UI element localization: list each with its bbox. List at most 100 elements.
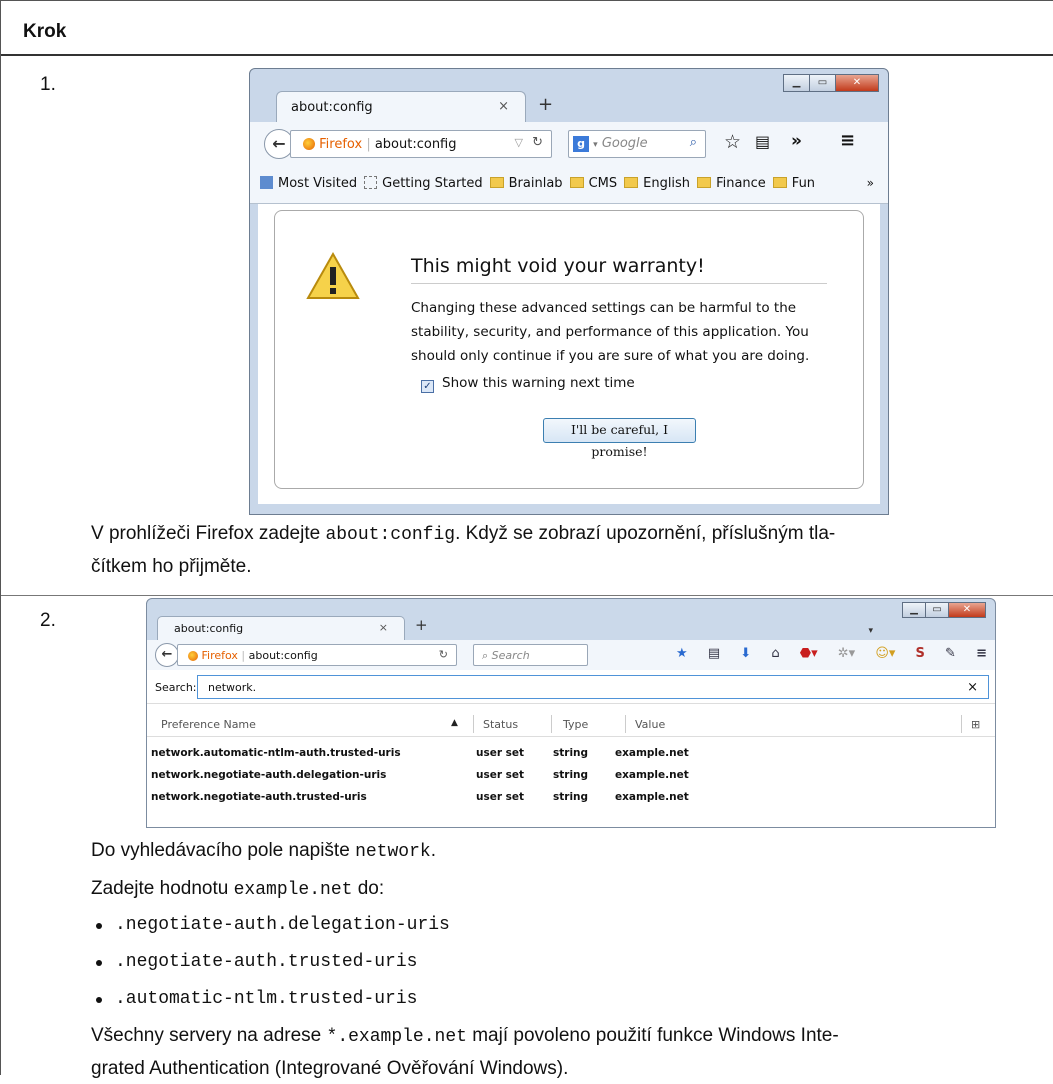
- tab-title: about:config: [174, 622, 244, 635]
- table-row[interactable]: network.automatic-ntlm-auth.trusted-uris…: [147, 742, 995, 764]
- folder-icon: [489, 177, 504, 188]
- downloads-icon[interactable]: ⬇: [740, 646, 751, 661]
- table-row[interactable]: network.negotiate-auth.trusted-uris user…: [147, 786, 995, 808]
- bookmark-folder[interactable]: Fun: [792, 176, 815, 191]
- tab-about-config[interactable]: about:config ×: [157, 616, 405, 640]
- step-number: 1.: [40, 74, 56, 95]
- dropdown-arrow-icon[interactable]: ▽: [515, 136, 523, 149]
- reload-icon[interactable]: ↻: [439, 648, 448, 661]
- inline-code: network: [355, 842, 431, 862]
- hamburger-menu-icon[interactable]: ≡: [976, 646, 987, 661]
- pref-type: string: [553, 769, 589, 781]
- bookmarks-toolbar: Most Visited Getting Started Brainlab CMS En…: [250, 166, 888, 204]
- url-bar[interactable]: Firefox | about:config ↻: [177, 644, 457, 666]
- bookmarks-menu-icon[interactable]: ▤: [755, 132, 770, 151]
- minimize-icon[interactable]: ▁: [902, 602, 926, 618]
- bookmark-folder[interactable]: Finance: [716, 176, 766, 191]
- maximize-icon[interactable]: ▭: [809, 74, 836, 92]
- url-bar[interactable]: Firefox | about:config ▽ ↻: [290, 130, 552, 158]
- adblock-icon[interactable]: ⬣▾: [800, 646, 818, 661]
- hamburger-menu-icon[interactable]: ≡: [840, 130, 855, 151]
- search-bar[interactable]: ⌕ Search: [473, 644, 588, 666]
- table-row[interactable]: network.negotiate-auth.delegation-uris u…: [147, 764, 995, 786]
- bookmark-folder[interactable]: Brainlab: [509, 176, 563, 191]
- firefox-window-screenshot: ▁ ▭ ✕ about:config × + ← Firefox | about…: [249, 68, 889, 515]
- close-window-icon[interactable]: ✕: [835, 74, 879, 92]
- list-item: .negotiate-auth.trusted-uris: [91, 944, 1041, 981]
- engine-dropdown-icon[interactable]: ▾: [593, 140, 598, 150]
- bookmark-folder[interactable]: CMS: [589, 176, 618, 191]
- eyedropper-icon[interactable]: ✎: [945, 646, 956, 661]
- sj-extension-icon[interactable]: S: [916, 646, 925, 661]
- tab-close-icon[interactable]: ×: [379, 621, 388, 634]
- pref-type: string: [553, 747, 589, 759]
- most-visited-icon: [260, 176, 273, 189]
- pref-value: example.net: [615, 769, 689, 781]
- instruction-text: grated Authentication (Integrované Ověřo…: [91, 1058, 569, 1079]
- maximize-icon[interactable]: ▭: [925, 602, 949, 618]
- getting-started-icon: [364, 176, 378, 189]
- close-window-icon[interactable]: ✕: [948, 602, 986, 618]
- instruction-text: mají povoleno použití funkce Windows Int…: [466, 1025, 839, 1046]
- bookmark-folder[interactable]: English: [643, 176, 690, 191]
- magnifier-icon[interactable]: ⌕: [690, 135, 697, 150]
- search-bar[interactable]: g ▾ Google ⌕: [568, 130, 706, 158]
- firefox-about-config-screenshot: ▁ ▭ ✕ ▾ about:config × + ← Firefox | abo…: [146, 598, 996, 828]
- tab-close-icon[interactable]: ×: [498, 99, 509, 114]
- bookmark-item[interactable]: Most Visited: [278, 176, 357, 191]
- checkbox-checked-icon[interactable]: ✓: [421, 380, 434, 393]
- folder-icon: [697, 177, 712, 188]
- column-value[interactable]: Value: [635, 718, 665, 731]
- inline-code: about:config: [325, 525, 456, 545]
- instruction-text: čítkem ho přijměte.: [91, 556, 252, 577]
- bookmark-star-icon[interactable]: ★: [676, 646, 688, 661]
- accept-risk-button[interactable]: I'll be careful, I promise!: [543, 418, 696, 459]
- filter-label: Search:: [155, 681, 197, 694]
- instruction-text: Všechny servery na adrese: [91, 1025, 327, 1046]
- reload-icon[interactable]: ↻: [532, 135, 543, 150]
- instruction-text: V prohlížeči Firefox zadejte: [91, 523, 326, 544]
- instruction-text: .: [430, 840, 436, 861]
- magnifier-icon: ⌕: [482, 649, 489, 662]
- bookmark-item[interactable]: Getting Started: [382, 176, 483, 191]
- bookmarks-overflow-icon[interactable]: »: [867, 176, 874, 190]
- pref-status: user set: [476, 769, 525, 781]
- page-content: This might void your warranty! Changing …: [258, 204, 880, 504]
- column-picker-icon[interactable]: ⊞: [971, 718, 980, 731]
- preference-list: .negotiate-auth.delegation-uris .negotia…: [91, 907, 1041, 1018]
- pref-name: network.negotiate-auth.delegation-uris: [151, 769, 387, 781]
- bookmark-star-icon[interactable]: ☆: [724, 131, 741, 153]
- nav-overflow-icon[interactable]: »: [791, 131, 802, 151]
- back-arrow-icon[interactable]: ←: [155, 643, 179, 667]
- warning-triangle-icon: [306, 251, 360, 299]
- clear-filter-icon[interactable]: ×: [967, 680, 978, 695]
- steps-table: Krok 1. ▁ ▭ ✕ about:config × + ← Firefox…: [0, 0, 1053, 1079]
- new-tab-icon[interactable]: +: [415, 616, 428, 634]
- sort-ascending-icon[interactable]: ▲: [451, 718, 458, 728]
- tab-title: about:config: [291, 100, 373, 115]
- toolbar-icons: ★ ▤ ⬇ ⌂ ⬣▾ ✲▾ ☺▾ S ✎ ≡: [660, 646, 987, 661]
- pref-type: string: [553, 791, 589, 803]
- column-preference-name[interactable]: Preference Name: [161, 718, 256, 731]
- tab-list-dropdown-icon[interactable]: ▾: [868, 626, 873, 636]
- home-icon[interactable]: ⌂: [771, 646, 779, 661]
- instruction-text: do:: [352, 878, 385, 899]
- tab-about-config[interactable]: about:config ×: [276, 91, 526, 122]
- column-status[interactable]: Status: [483, 718, 518, 731]
- step-number: 2.: [40, 610, 56, 631]
- instruction-text: . Když se zobrazí upozornění, příslušným…: [455, 523, 836, 544]
- identity-label: Firefox: [201, 649, 238, 662]
- new-tab-icon[interactable]: +: [538, 94, 553, 115]
- warning-body: Changing these advanced settings can be …: [411, 300, 810, 364]
- inline-code: *.example.net: [326, 1027, 467, 1047]
- greasemonkey-icon[interactable]: ☺▾: [875, 646, 895, 661]
- extension-icon[interactable]: ✲▾: [838, 646, 855, 661]
- step-1-row: 1. ▁ ▭ ✕ about:config × + ← Firefox | ab…: [1, 56, 1053, 596]
- bookmarks-menu-icon[interactable]: ▤: [708, 646, 720, 661]
- show-warning-checkbox-row[interactable]: ✓ Show this warning next time: [421, 375, 635, 393]
- filter-input[interactable]: network. ×: [197, 675, 989, 699]
- minimize-icon[interactable]: ▁: [783, 74, 810, 92]
- list-item: .automatic-ntlm.trusted-uris: [91, 981, 1041, 1018]
- column-type[interactable]: Type: [563, 718, 588, 731]
- instruction-text: Zadejte hodnotu: [91, 878, 234, 899]
